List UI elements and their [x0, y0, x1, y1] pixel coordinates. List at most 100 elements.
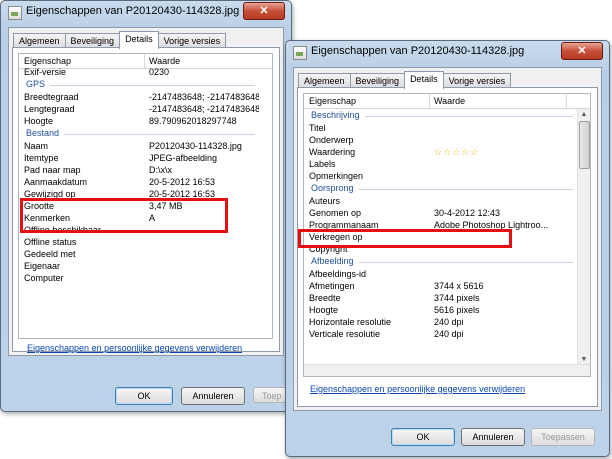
property-row[interactable]: Pad naar map D:\x\x [19, 164, 259, 176]
group-header[interactable]: Afbeelding [304, 255, 577, 268]
property-value: -2147483648; -2147483648; 0 [149, 92, 259, 102]
property-value: 3744 x 5616 [434, 281, 484, 291]
group-header[interactable]: Beschrijving [304, 109, 577, 122]
tab-vorige-versies[interactable]: Vorige versies [442, 73, 512, 88]
property-name: Breedte [309, 293, 341, 303]
tab-beveiliging[interactable]: Beveiliging [349, 73, 406, 88]
dialog-body: Algemeen Beveiliging Details Vorige versies… [8, 27, 284, 356]
property-row[interactable]: Breedtegraad -2147483648; -2147483648; 0 [19, 91, 259, 103]
title-bar[interactable]: Eigenschappen van P20120430-114328.jpg ✕ [286, 41, 609, 63]
cancel-button[interactable]: Annuleren [461, 428, 525, 446]
property-row[interactable]: Eigenaar [19, 260, 259, 272]
property-name: Verticale resolutie [309, 329, 381, 339]
property-row[interactable]: Afmetingen 3744 x 5616 [304, 280, 577, 292]
property-name: Labels [309, 159, 336, 169]
property-row[interactable]: Exif-versie 0230 [19, 66, 259, 78]
property-value: D:\x\x [149, 165, 173, 175]
property-row[interactable]: Hoogte 5616 pixels [304, 304, 577, 316]
property-row[interactable]: Onderwerp [304, 134, 577, 146]
ok-button[interactable]: OK [115, 387, 173, 405]
scroll-up-icon[interactable]: ▲ [578, 109, 590, 120]
group-header[interactable]: Oorsprong [304, 182, 577, 195]
tab-details[interactable]: Details [119, 31, 159, 49]
property-row[interactable]: Labels [304, 158, 577, 170]
property-row[interactable]: Itemtype JPEG-afbeelding [19, 152, 259, 164]
property-value: 89.790962018297748 [149, 116, 237, 126]
close-button[interactable]: ✕ [561, 42, 603, 60]
property-row[interactable]: Aanmaakdatum 20-5-2012 16:53 [19, 176, 259, 188]
property-row[interactable]: Horizontale resolutie 240 dpi [304, 316, 577, 328]
property-row[interactable]: Waardering ☆☆☆☆☆ [304, 146, 577, 158]
horizontal-scrollbar[interactable] [304, 364, 590, 376]
property-row[interactable]: Verticale resolutie 240 dpi [304, 328, 577, 340]
property-row[interactable]: Naam P20120430-114328.jpg [19, 140, 259, 152]
property-name: Waardering [309, 147, 356, 157]
properties-dialog-front: Eigenschappen van P20120430-114328.jpg ✕… [285, 40, 610, 457]
property-name: Lengtegraad [24, 104, 75, 114]
property-name: Afmetingen [309, 281, 355, 291]
property-name: Breedtegraad [24, 92, 79, 102]
group-divider [359, 262, 573, 263]
property-value: 0230 [149, 67, 170, 77]
property-row[interactable]: Afbeeldings-id [304, 268, 577, 280]
close-button[interactable]: ✕ [243, 2, 285, 20]
vertical-scrollbar[interactable]: ▲ ▼ [577, 109, 590, 365]
property-row[interactable]: Hoogte 89.790962018297748 [19, 115, 259, 127]
title-bar[interactable]: Eigenschappen van P20120430-114328.jpg ✕ [1, 1, 291, 23]
apply-button[interactable]: Toepassen [531, 428, 595, 446]
group-header-label: GPS [26, 79, 46, 89]
property-row[interactable]: Opmerkingen [304, 170, 577, 182]
property-name: Afbeeldings-id [309, 269, 367, 279]
property-row[interactable]: Offline status [19, 236, 259, 248]
property-value: 3744 pixels [434, 293, 480, 303]
property-row[interactable]: Breedte 3744 pixels [304, 292, 577, 304]
property-row[interactable]: Genomen op 30-4-2012 12:43 [304, 207, 577, 219]
tab-beveiliging[interactable]: Beveiliging [64, 33, 121, 48]
ok-button[interactable]: OK [391, 428, 455, 446]
property-row[interactable]: Titel [304, 122, 577, 134]
column-header-property[interactable]: Eigenschap [24, 56, 71, 66]
tab-algemeen[interactable]: Algemeen [298, 73, 351, 88]
group-header-label: Afbeelding [311, 256, 354, 266]
column-header-value[interactable]: Waarde [434, 96, 465, 106]
remove-properties-link[interactable]: Eigenschappen en persoonlijke gegevens v… [27, 343, 242, 353]
group-header[interactable]: Bestand [19, 127, 259, 140]
property-name: Hoogte [309, 305, 339, 315]
property-name: Hoogte [24, 116, 54, 126]
property-list[interactable]: Eigenschap Waarde Exif-versie 0230 GPS Bree… [18, 53, 273, 339]
property-row[interactable]: Lengtegraad -2147483648; -2147483648; 0 [19, 103, 259, 115]
property-name: Auteurs [309, 196, 341, 206]
property-name: Onderwerp [309, 135, 354, 145]
remove-properties-link[interactable]: Eigenschappen en persoonlijke gegevens v… [310, 384, 525, 394]
property-row[interactable]: Gedeeld met [19, 248, 259, 260]
property-row[interactable]: Auteurs [304, 195, 577, 207]
property-value: JPEG-afbeelding [149, 153, 218, 163]
group-divider [359, 189, 573, 190]
property-value: -2147483648; -2147483648; 0 [149, 104, 259, 114]
tab-algemeen[interactable]: Algemeen [13, 33, 66, 48]
property-name: Naam [24, 141, 49, 151]
property-name: Offline status [24, 237, 77, 247]
tab-details[interactable]: Details [404, 71, 444, 89]
property-value: 20-5-2012 16:53 [149, 177, 216, 187]
column-header-property[interactable]: Eigenschap [309, 96, 356, 106]
tab-vorige-versies[interactable]: Vorige versies [157, 33, 227, 48]
group-divider [64, 134, 255, 135]
property-row[interactable]: Computer [19, 272, 259, 284]
property-value: 30-4-2012 12:43 [434, 208, 501, 218]
rating-stars[interactable]: ☆☆☆☆☆ [434, 146, 479, 158]
column-separator[interactable] [566, 94, 567, 108]
dialog-title: Eigenschappen van P20120430-114328.jpg [26, 5, 240, 17]
cancel-button[interactable]: Annuleren [181, 387, 245, 405]
column-separator[interactable] [429, 94, 430, 108]
tab-strip: Algemeen Beveiliging Details Vorige versies [298, 70, 512, 89]
property-name: Aanmaakdatum [24, 177, 88, 187]
group-header[interactable]: GPS [19, 78, 259, 91]
group-header-label: Oorsprong [311, 183, 354, 193]
group-divider [50, 85, 255, 86]
group-divider [365, 116, 573, 117]
column-header-value[interactable]: Waarde [149, 56, 180, 66]
property-name: Horizontale resolutie [309, 317, 392, 327]
property-name: Gedeeld met [24, 249, 76, 259]
scrollbar-thumb[interactable] [579, 121, 590, 169]
